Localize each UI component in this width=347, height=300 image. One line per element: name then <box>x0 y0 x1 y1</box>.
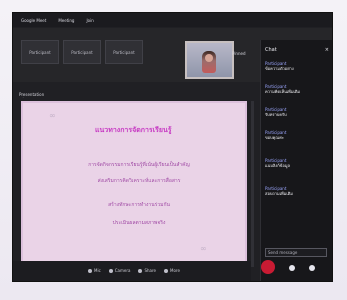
participant-thumb-1[interactable]: Participant <box>21 40 59 64</box>
close-icon[interactable]: × <box>325 47 329 53</box>
chat-text: สอบถามเพิ่มเติม <box>265 191 293 196</box>
chat-message: Participant ข้อความตัวอย่าง <box>265 61 328 71</box>
slide-line-3: สร้างทักษะการทำงานร่วมกัน <box>108 202 170 208</box>
chat-header: Chat × <box>265 45 329 55</box>
chat-message: Participant รับทราบครับ <box>265 107 328 117</box>
chat-text: ความคิดเห็นเพิ่มเติม <box>265 89 301 94</box>
participant-thumbnails: Participant Participant Participant <box>21 40 143 64</box>
chat-text: ขอบคุณค่ะ <box>265 135 284 140</box>
participant-thumb-label: Participant <box>71 49 93 55</box>
participant-thumb-label: Participant <box>113 49 135 55</box>
chat-message: Participant แนบลิงก์ข้อมูล <box>265 158 328 168</box>
mic-label: Mic <box>94 268 101 273</box>
more-control[interactable]: More <box>164 268 180 273</box>
share-label: Share <box>144 268 157 273</box>
slide-line-4: ประเมินผลตามสภาพจริง <box>112 220 166 226</box>
screenshot-page: Google Meet Meeting Join Participant Par… <box>0 0 347 300</box>
chat-input[interactable]: Send message <box>265 248 327 257</box>
participant-thumb-3[interactable]: Participant <box>105 40 143 64</box>
chat-text: รับทราบครับ <box>265 112 287 117</box>
camera-label: Camera <box>114 268 131 273</box>
participant-thumb-2[interactable]: Participant <box>63 40 101 64</box>
speaker-avatar <box>202 51 216 73</box>
presentation-header: Presentation <box>19 92 45 97</box>
pinned-video-label: Pinned <box>232 51 246 56</box>
chat-message: Participant ความคิดเห็นเพิ่มเติม <box>265 84 328 94</box>
participant-thumb-label: Participant <box>29 49 51 55</box>
chat-message: Participant ขอบคุณค่ะ <box>265 130 328 140</box>
slide-decoration-bottom-icon: ∞ <box>200 244 207 253</box>
slide-decoration-top-icon: ∞ <box>49 111 56 120</box>
meeting-window: Google Meet Meeting Join Participant Par… <box>12 12 333 282</box>
chat-text: แนบลิงก์ข้อมูล <box>265 163 290 168</box>
chat-text: ข้อความตัวอย่าง <box>265 66 294 71</box>
menu-icon[interactable]: ⋮ <box>21 93 25 98</box>
slide-line-2: ส่งเสริมการคิดวิเคราะห์และการสื่อสาร <box>97 178 181 184</box>
camera-control[interactable]: Camera <box>108 268 131 273</box>
participant-icon[interactable] <box>289 265 295 271</box>
chat-panel: Chat × Participant ข้อความตัวอย่าง Parti… <box>260 40 332 281</box>
share-icon <box>138 268 143 273</box>
chat-title: Chat <box>265 47 277 53</box>
slide-title: แนวทางการจัดการเรียนรู้ <box>95 126 172 134</box>
more-label: More <box>170 268 180 273</box>
titlebar-tab-2[interactable]: Meeting <box>56 17 76 24</box>
chat-message: Participant สอบถามเพิ่มเติม <box>265 186 328 196</box>
pinned-video-tile[interactable] <box>185 41 234 79</box>
more-icon <box>164 268 169 273</box>
camera-icon <box>108 268 113 273</box>
titlebar-tab-1[interactable]: Google Meet <box>19 17 48 24</box>
shared-slide: ∞ แนวทางการจัดการเรียนรู้ การจัดกิจกรรมก… <box>21 101 247 267</box>
titlebar-tab-3[interactable]: Join <box>84 17 95 24</box>
meeting-controls: Mic Camera Share More <box>88 268 180 273</box>
end-call-button[interactable] <box>261 260 275 274</box>
share-control[interactable]: Share <box>138 268 156 273</box>
mic-icon <box>88 268 92 273</box>
settings-icon[interactable] <box>309 265 315 271</box>
window-titlebar: Google Meet Meeting Join <box>13 13 332 27</box>
slide-line-1: การจัดกิจกรรมการเรียนรู้ที่เน้นผู้เรียนเ… <box>88 162 190 168</box>
mic-control[interactable]: Mic <box>88 268 101 273</box>
slide-scrollbar[interactable] <box>251 101 254 267</box>
